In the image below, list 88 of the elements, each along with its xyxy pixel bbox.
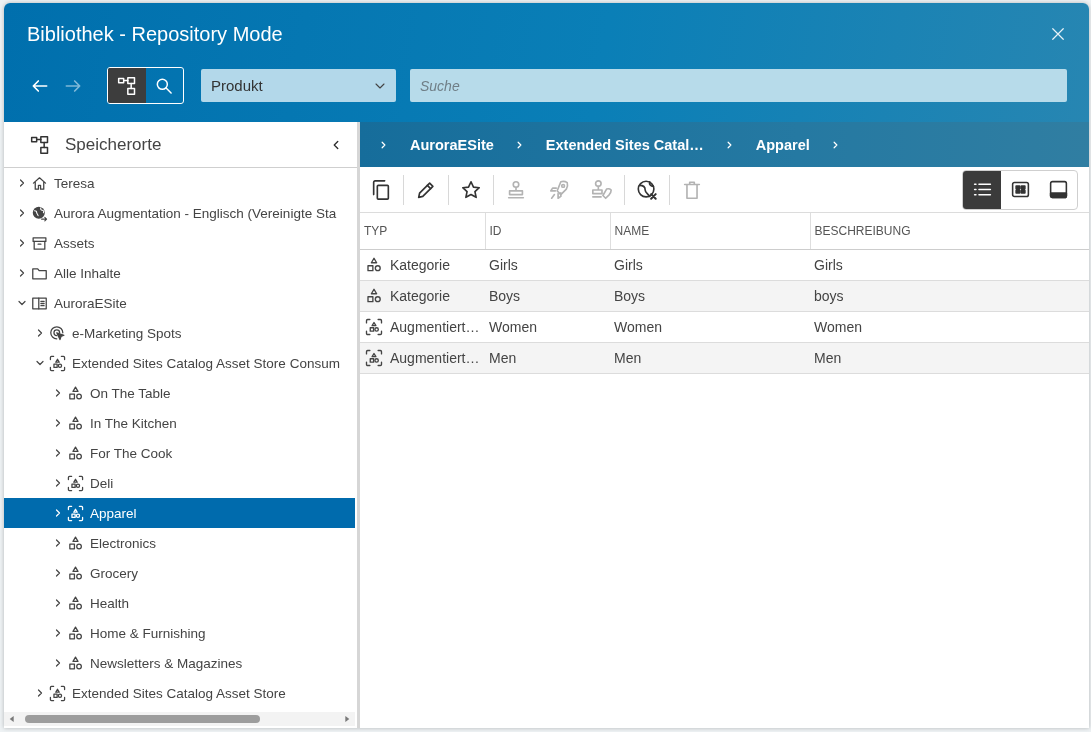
table-cell: Men xyxy=(814,350,842,366)
horizontal-scrollbar[interactable] xyxy=(4,712,355,726)
table-cell: boys xyxy=(814,288,844,304)
close-icon xyxy=(1049,25,1067,43)
framed-shapes-icon xyxy=(365,349,383,367)
framed-shapes-icon xyxy=(49,684,66,702)
tree-item[interactable]: Grocery xyxy=(4,558,355,588)
tree-item[interactable]: Health xyxy=(4,588,355,618)
framed-shapes-icon xyxy=(67,474,84,492)
table-row[interactable]: Augmentiert… Men Men Men xyxy=(360,342,1089,374)
list-view-button[interactable] xyxy=(963,170,1001,209)
grid-icon xyxy=(1009,179,1031,200)
tree-item[interactable]: Newsletters & Magazines xyxy=(4,648,355,678)
tree-item[interactable]: Alle Inhalte xyxy=(4,258,355,288)
tree-item[interactable]: e-Marketing Spots xyxy=(4,318,355,348)
column-header[interactable]: BESCHREIBUNG xyxy=(810,213,1089,250)
column-header[interactable]: NAME xyxy=(610,213,810,250)
tree-item[interactable]: Assets xyxy=(4,228,355,258)
shapes-icon xyxy=(67,594,84,612)
rocket-icon xyxy=(548,178,570,201)
scroll-right-arrow-icon[interactable] xyxy=(343,714,351,724)
table-cell: Kategorie xyxy=(390,257,450,273)
scrollbar-thumb[interactable] xyxy=(25,715,260,723)
tree-item[interactable]: On The Table xyxy=(4,378,355,408)
star-icon xyxy=(460,178,482,201)
shapes-icon xyxy=(67,534,84,552)
shapes-icon xyxy=(67,564,84,582)
tree-item[interactable]: Teresa xyxy=(4,168,355,198)
shapes-icon xyxy=(67,444,84,462)
table-cell: Kategorie xyxy=(390,288,450,304)
table-cell: Girls xyxy=(489,257,518,273)
globe-cross-icon xyxy=(636,178,658,201)
table-cell: Augmentiert… xyxy=(390,350,480,366)
column-header[interactable]: ID xyxy=(485,213,610,250)
tree-mode-button[interactable] xyxy=(108,68,146,103)
close-button[interactable] xyxy=(1049,25,1067,43)
stamp-rocket-icon xyxy=(591,178,613,201)
table-cell: Girls xyxy=(614,257,643,273)
shapes-icon xyxy=(67,654,84,672)
framed-shapes-icon xyxy=(365,318,383,336)
trash-icon xyxy=(681,178,703,201)
table-cell: Boys xyxy=(614,288,646,304)
table-cell: Girls xyxy=(814,257,843,273)
table-cell: Men xyxy=(489,350,517,366)
table-row[interactable]: Kategorie Boys Boys boys xyxy=(360,280,1089,312)
tree-item[interactable]: Apparel xyxy=(4,498,355,528)
shapes-icon xyxy=(67,384,84,402)
shapes-icon xyxy=(365,287,383,305)
hierarchy-icon xyxy=(30,134,50,155)
tree-item[interactable]: Deli xyxy=(4,468,355,498)
type-dropdown[interactable]: Produkt xyxy=(201,69,396,102)
table-cell: Women xyxy=(614,319,662,335)
tree-item[interactable]: Extended Sites Catalog Asset Store xyxy=(4,678,355,708)
shapes-icon xyxy=(67,414,84,432)
scroll-left-arrow-icon[interactable] xyxy=(8,714,16,724)
home-icon xyxy=(31,174,48,192)
stamp-icon xyxy=(505,178,527,201)
table-cell: Boys xyxy=(489,288,521,304)
window-title: Bibliothek - Repository Mode xyxy=(27,22,283,46)
shapes-icon xyxy=(365,256,383,274)
table-cell: Women xyxy=(489,319,537,335)
copy-icon xyxy=(370,178,392,201)
table-row[interactable]: Augmentiert… Women Women Women xyxy=(360,311,1089,343)
tree-item[interactable]: For The Cook xyxy=(4,438,355,468)
breadcrumb-link[interactable]: Extended Sites Catal… xyxy=(545,136,704,153)
tree-item[interactable]: Electronics xyxy=(4,528,355,558)
archive-box-icon xyxy=(31,234,48,252)
shapes-icon xyxy=(67,624,84,642)
globe-icon xyxy=(31,204,48,222)
panel-icon xyxy=(1047,179,1069,200)
tree-item[interactable]: In The Kitchen xyxy=(4,408,355,438)
table-row[interactable]: Kategorie Girls Girls Girls xyxy=(360,249,1089,281)
panel-title: Speicherorte xyxy=(65,134,162,155)
target-cursor-icon xyxy=(49,324,66,342)
tree-item[interactable]: Extended Sites Catalog Asset Store Consum xyxy=(4,348,355,378)
table-cell: Augmentiert… xyxy=(390,319,480,335)
framed-shapes-icon xyxy=(67,504,84,522)
tree-item[interactable]: Aurora Augmentation - Englisch (Vereinigte Sta xyxy=(4,198,355,228)
tree-item[interactable]: AuroraESite xyxy=(4,288,355,318)
breadcrumb-link[interactable]: Apparel xyxy=(755,136,810,153)
framed-shapes-icon xyxy=(49,354,66,372)
table-cell: Women xyxy=(814,319,862,335)
search-field[interactable]: Suche xyxy=(410,69,1067,102)
hierarchy-icon xyxy=(116,75,137,96)
breadcrumb-link[interactable]: AuroraESite xyxy=(410,136,494,153)
tree-item[interactable]: Home & Furnishing xyxy=(4,618,355,648)
table-cell: Men xyxy=(614,350,642,366)
column-header[interactable]: TYP xyxy=(360,213,485,250)
